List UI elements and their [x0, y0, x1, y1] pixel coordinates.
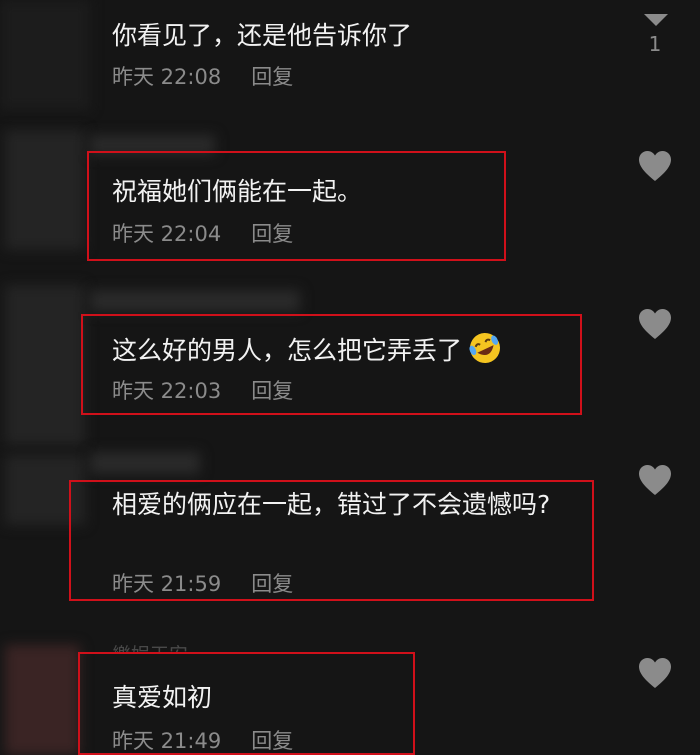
comment-time: 昨天 22:03 [112, 379, 222, 403]
blurred-avatar-3 [5, 285, 85, 445]
comment-text: 这么好的男人，怎么把它弄丢了 [112, 331, 572, 369]
like-count: 1 [648, 32, 662, 56]
blurred-username-2 [90, 135, 215, 155]
triangle-down-icon[interactable] [644, 10, 668, 26]
comment-text: 祝福她们俩能在一起。 [112, 177, 363, 206]
blurred-avatar-2 [5, 130, 85, 250]
comment-time: 昨天 21:59 [112, 572, 222, 596]
comment-meta: 昨天 22:03 回复 [112, 378, 293, 404]
heart-icon[interactable] [638, 657, 672, 689]
comment-time: 昨天 22:04 [112, 222, 222, 246]
reply-button[interactable]: 回复 [251, 65, 293, 89]
comment-time: 昨天 22:08 [112, 65, 222, 89]
partial-username: 樂娱天安 [112, 644, 189, 666]
reply-button[interactable]: 回复 [251, 222, 293, 246]
comment-text: 相爱的俩应在一起，错过了不会遗憾吗? [112, 490, 551, 519]
reply-button[interactable]: 回复 [251, 729, 293, 753]
comment-meta: 昨天 22:08 回复 [112, 64, 293, 90]
reply-button[interactable]: 回复 [251, 379, 293, 403]
rofl-emoji [469, 333, 501, 363]
reply-button[interactable]: 回复 [251, 572, 293, 596]
comment-meta: 昨天 22:04 回复 [112, 221, 293, 247]
comment-text: 真爱如初 [112, 683, 213, 712]
comment-meta: 昨天 21:59 回复 [112, 571, 293, 597]
blurred-avatar-4 [5, 455, 85, 525]
comment-text-body: 这么好的男人，怎么把它弄丢了 [112, 336, 463, 365]
blurred-avatar-1 [0, 0, 90, 110]
heart-icon[interactable] [638, 464, 672, 496]
blurred-username-3 [90, 290, 300, 312]
heart-icon[interactable] [638, 150, 672, 182]
heart-icon[interactable] [638, 308, 672, 340]
comment-time: 昨天 21:49 [112, 729, 222, 753]
comment-text: 你看见了，还是他告诉你了 [112, 21, 413, 50]
comment-meta: 昨天 21:49 回复 [112, 728, 293, 754]
blurred-avatar-5 [5, 645, 80, 755]
blurred-username-4 [90, 452, 200, 474]
